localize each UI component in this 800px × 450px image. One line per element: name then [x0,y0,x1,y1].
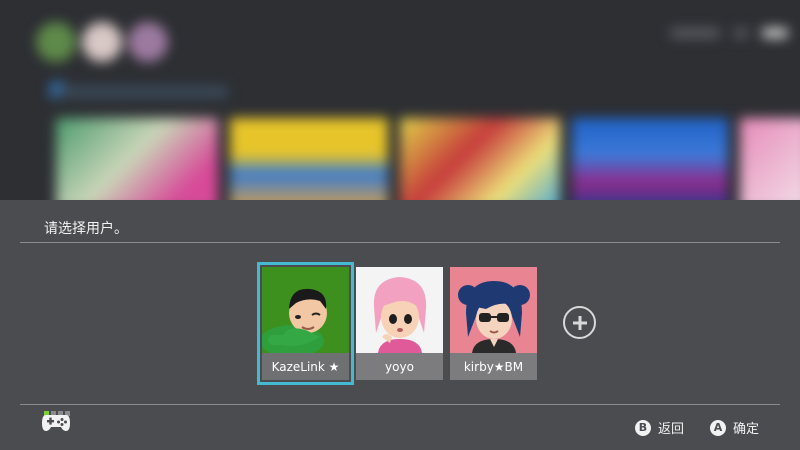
bg-game-tile [400,118,560,200]
bg-game-tile [56,118,218,200]
confirm-hint[interactable]: A 确定 [710,418,759,437]
user-avatar [356,267,443,353]
add-user-button[interactable] [563,306,596,339]
user-select-panel: 请选择用户。 KazeLink ★ yoyo kirby★BM B 返回 A 确… [0,200,800,450]
bg-status-bar [670,20,790,40]
back-hint[interactable]: B 返回 [635,418,684,437]
user-name: kirby★BM [450,353,537,380]
divider [20,242,780,243]
confirm-label: 确定 [733,422,760,437]
divider [20,404,780,405]
user-card-kazelink[interactable]: KazeLink ★ [257,262,354,385]
user-card-yoyo[interactable]: yoyo [356,267,443,380]
user-name: KazeLink ★ [262,353,349,380]
user-avatar [262,267,349,353]
home-background [0,0,800,200]
bg-category-label [58,86,228,98]
bg-avatar [128,22,168,62]
bg-avatar [82,22,122,62]
a-button-icon: A [710,419,726,436]
user-card-kirby-bm[interactable]: kirby★BM [450,267,537,380]
plus-icon [572,315,587,330]
bg-game-tile [740,118,800,200]
user-name: yoyo [356,353,443,380]
b-button-icon: B [635,419,651,436]
controller-icon [40,409,72,437]
user-avatar [450,267,537,353]
prompt-text: 请选择用户。 [44,221,128,237]
bg-game-tile [572,118,728,200]
bg-game-tile [230,118,388,200]
bg-avatar [36,22,76,62]
back-label: 返回 [658,422,685,437]
